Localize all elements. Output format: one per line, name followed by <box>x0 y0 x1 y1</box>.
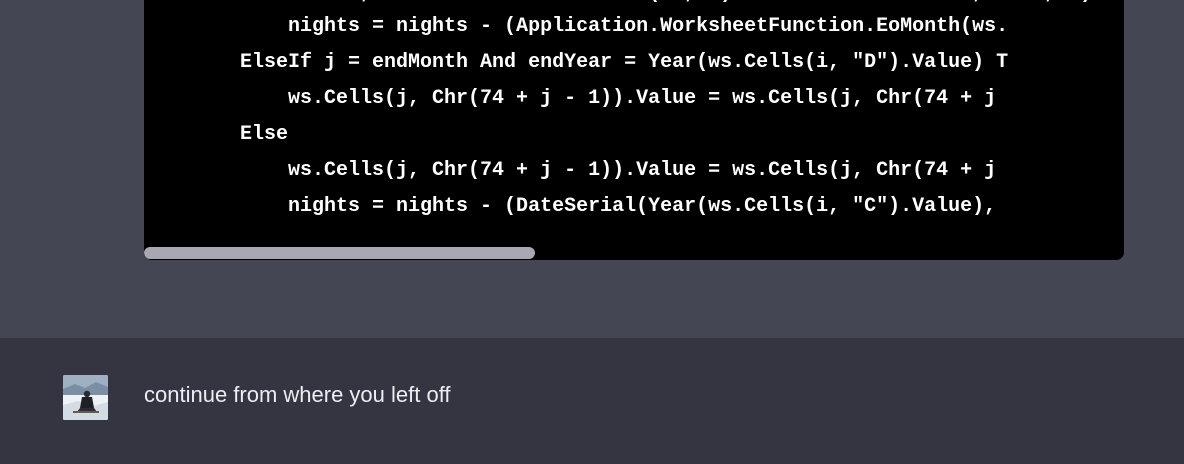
user-message-text: continue from where you left off <box>144 382 451 407</box>
code-block: , = ( , ) , , ) nights = nights - (Appli… <box>144 0 1124 260</box>
code-line-partial: , = ( , ) , , ) <box>144 0 1092 6</box>
code-line: Else <box>144 123 289 146</box>
assistant-message: , = ( , ) , , ) nights = nights - (Appli… <box>0 0 1184 338</box>
user-avatar-icon <box>63 375 108 420</box>
user-message-row: continue from where you left off <box>0 338 1184 464</box>
code-line: nights = nights - (Application.Worksheet… <box>144 15 1009 38</box>
code-line: ws.Cells(j, Chr(74 + j - 1)).Value = ws.… <box>144 87 1009 110</box>
horizontal-scrollbar-thumb[interactable] <box>144 247 535 259</box>
code-line: ElseIf j = endMonth And endYear = Year(w… <box>144 51 1009 74</box>
code-line: nights = nights - (DateSerial(Year(ws.Ce… <box>144 195 997 218</box>
code-line: ws.Cells(j, Chr(74 + j - 1)).Value = ws.… <box>144 159 1009 182</box>
code-content: , = ( , ) , , ) nights = nights - (Appli… <box>144 0 1124 238</box>
